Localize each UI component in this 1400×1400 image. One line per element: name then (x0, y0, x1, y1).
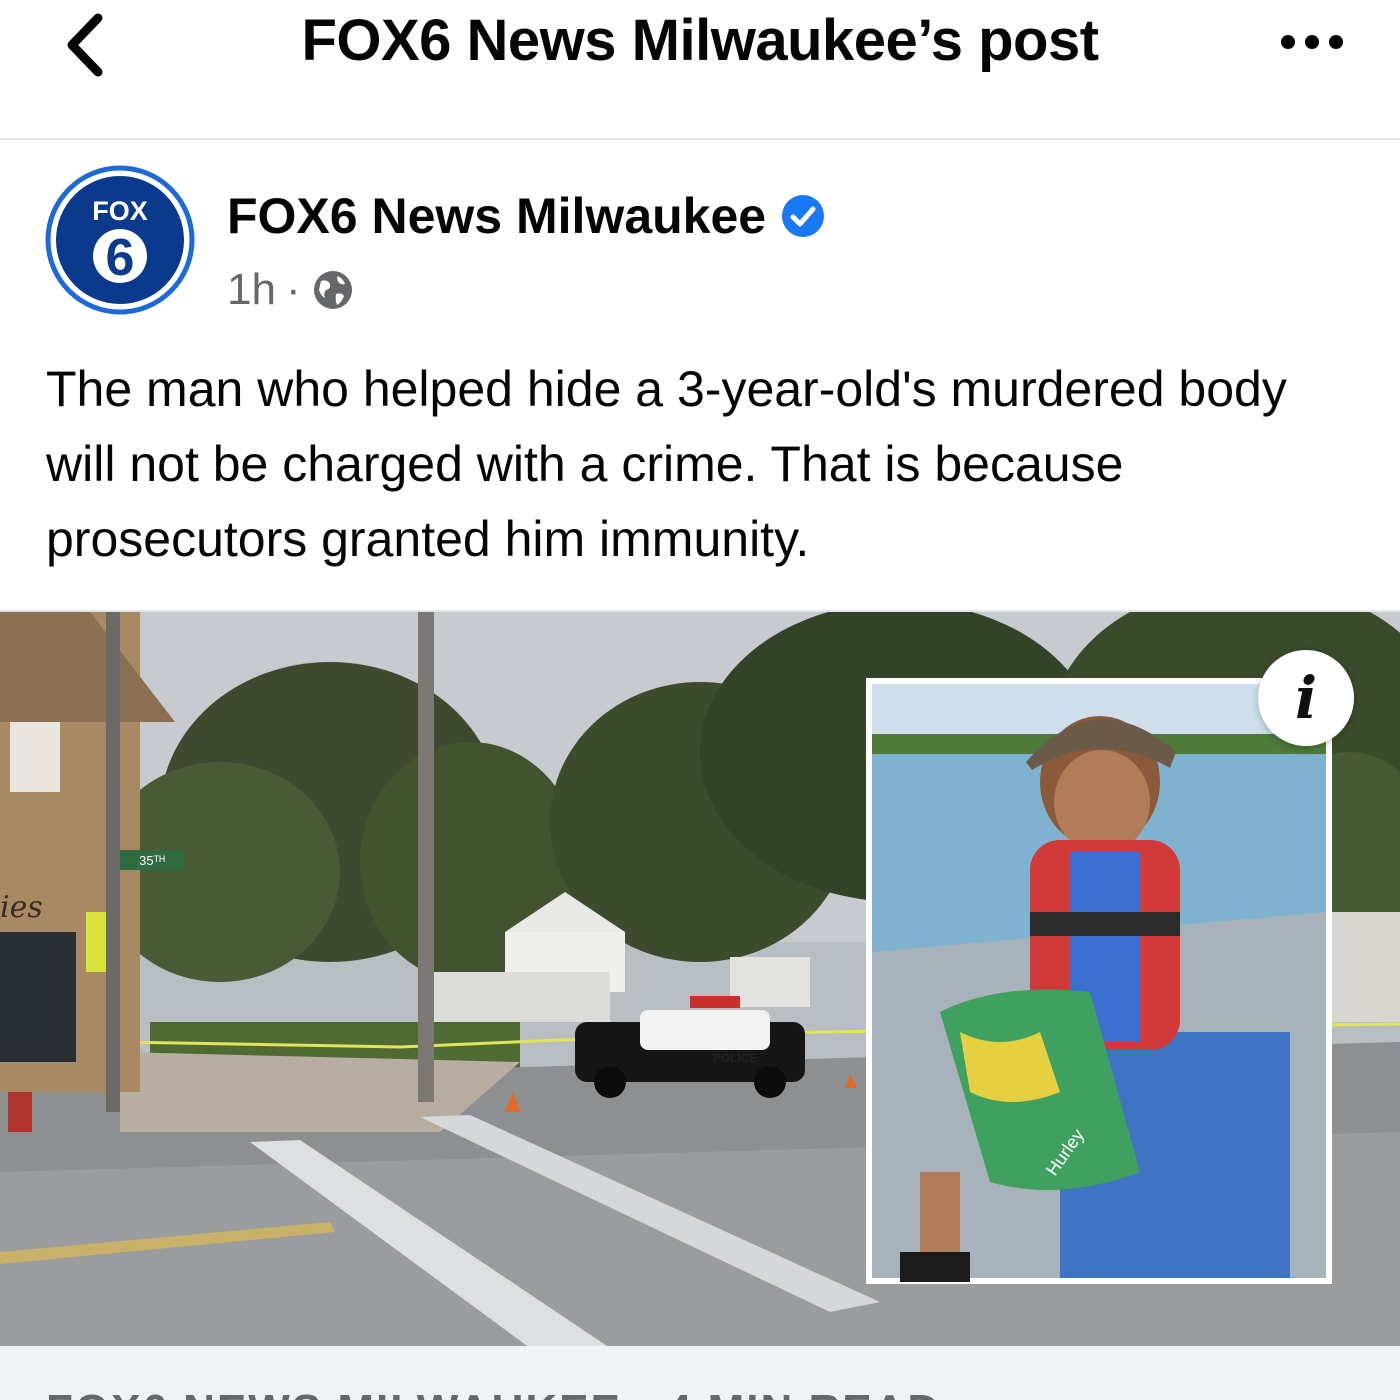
author-name: FOX6 News Milwaukee (227, 188, 767, 244)
post-meta: 1h · (227, 262, 355, 318)
avatar-brand-top: FOX (92, 196, 148, 226)
post-author[interactable]: FOX6 News Milwaukee (227, 186, 826, 246)
post-image[interactable]: ies 35ᵀᴴ POLICE Hurley (0, 610, 1400, 1348)
top-navigation-bar: FOX6 News Milwaukee’s post (0, 0, 1400, 140)
globe-icon (313, 271, 352, 309)
news-photo: ies 35ᵀᴴ POLICE Hurley (0, 612, 1400, 1348)
street-sign: 35ᵀᴴ (139, 853, 165, 868)
info-label: i (1294, 664, 1318, 732)
more-dots-icon[interactable] (1276, 14, 1348, 70)
inset-photo: Hurley (866, 678, 1332, 1284)
meta-separator: · (285, 265, 301, 314)
info-button[interactable]: i (1258, 650, 1354, 746)
police-label: POLICE (713, 1051, 758, 1065)
link-source: FOX6 NEWS MILWAUKEE · 4 MIN READ (46, 1386, 941, 1400)
storefront-sign: ies (0, 890, 43, 925)
link-preview[interactable]: FOX6 NEWS MILWAUKEE · 4 MIN READ (0, 1346, 1400, 1400)
post-time[interactable]: 1h (227, 262, 276, 318)
post-message: The man who helped hide a 3-year-old's m… (46, 361, 1287, 567)
avatar[interactable]: FOX 6 (44, 164, 196, 316)
verified-badge-icon (782, 195, 825, 237)
avatar-brand-number: 6 (106, 229, 135, 287)
page-title: FOX6 News Milwaukee’s post (301, 8, 1099, 73)
